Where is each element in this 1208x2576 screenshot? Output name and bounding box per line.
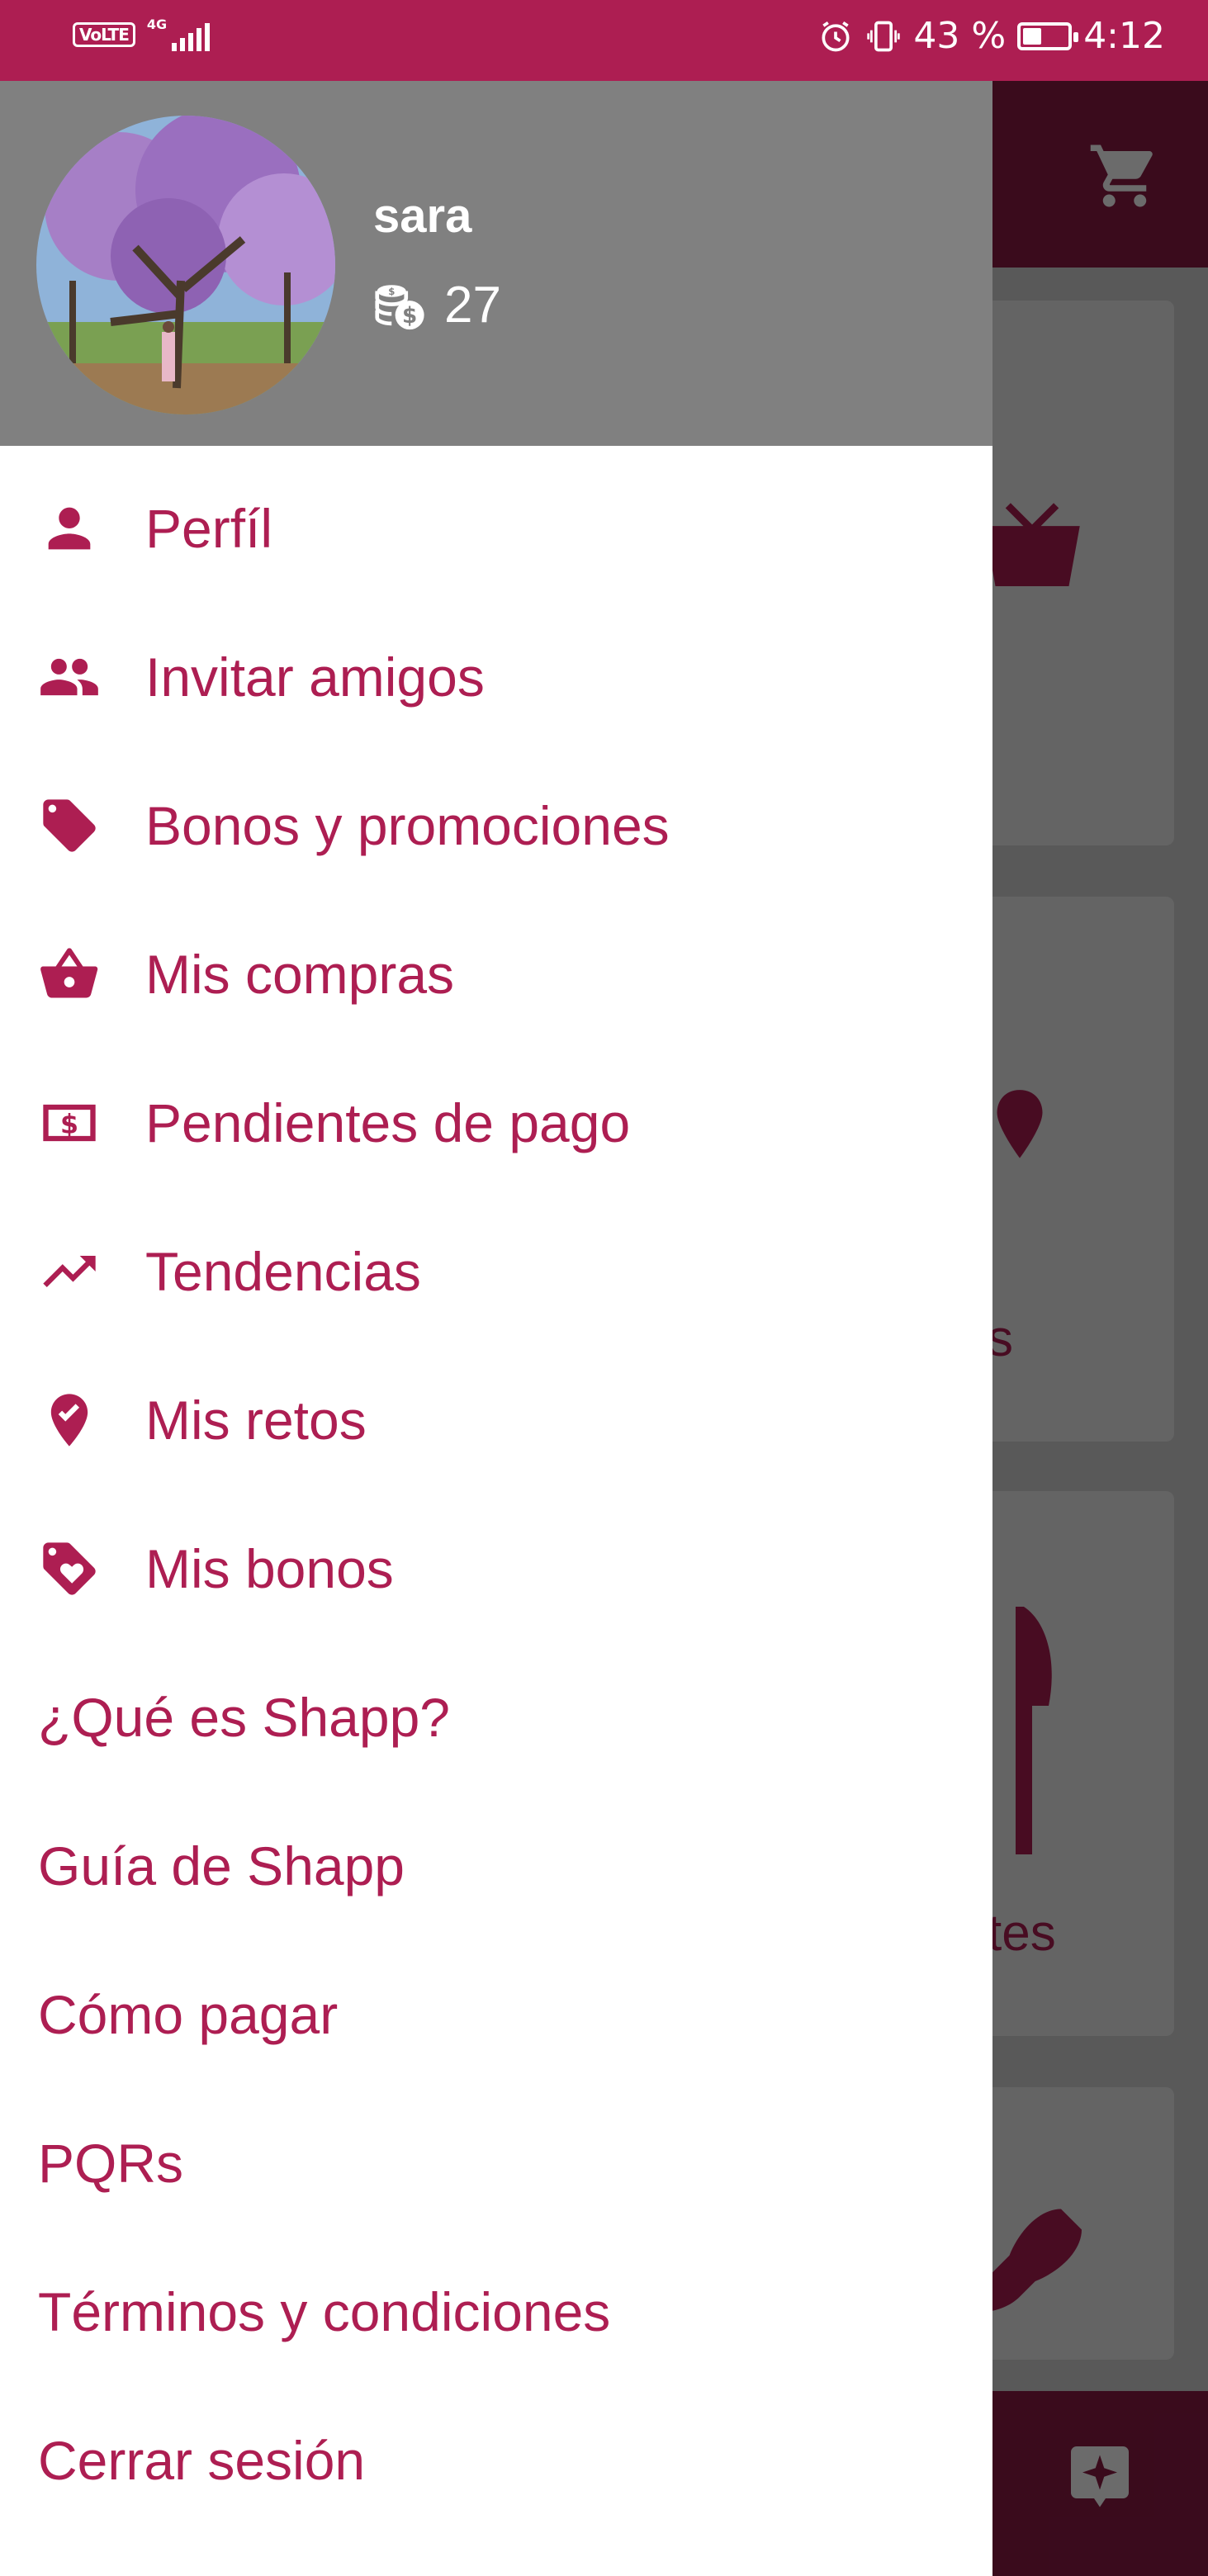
- navigation-drawer: sara $ $ 27 Perfíl Invitar amigos Bonos …: [0, 81, 992, 2576]
- person-icon: [48, 507, 91, 550]
- status-bar: VoLTE 4G 43 % 4:12: [0, 0, 1208, 81]
- menu-item-invitar-amigos[interactable]: Invitar amigos: [0, 603, 992, 751]
- menu-item-label: Términos y condiciones: [38, 2281, 611, 2342]
- battery-icon: [1017, 21, 1079, 50]
- svg-text:$: $: [60, 1110, 78, 1140]
- clock: 4:12: [1083, 15, 1165, 57]
- avatar[interactable]: [36, 116, 335, 414]
- menu-item-label: Invitar amigos: [145, 646, 485, 708]
- volte-indicator: VoLTE: [73, 22, 135, 47]
- coins-icon: $ $: [375, 284, 424, 329]
- menu-item-mis-compras[interactable]: Mis compras: [0, 900, 992, 1049]
- tag-heart-icon: [43, 1542, 96, 1595]
- menu-item-label: Mis compras: [145, 944, 455, 1005]
- menu-item-label: Tendencias: [145, 1241, 421, 1302]
- menu-item-que-es-shapp[interactable]: ¿Qué es Shapp?: [0, 1643, 992, 1792]
- menu-item-pqrs[interactable]: PQRs: [0, 2089, 992, 2237]
- battery-percent: 43 %: [913, 15, 1007, 57]
- menu-item-label: Cómo pagar: [38, 1984, 339, 2045]
- coins-balance: $ $ 27: [370, 276, 501, 334]
- drawer-header: sara $ $ 27: [0, 81, 992, 446]
- menu-item-cerrar-sesion[interactable]: Cerrar sesión: [0, 2386, 992, 2535]
- menu-item-terminos[interactable]: Términos y condiciones: [0, 2237, 992, 2386]
- menu-item-pendientes-pago[interactable]: $ Pendientes de pago: [0, 1049, 992, 1197]
- menu-item-mis-bonos[interactable]: Mis bonos: [0, 1494, 992, 1643]
- menu-item-como-pagar[interactable]: Cómo pagar: [0, 1940, 992, 2089]
- signal-icon: 4G: [147, 18, 211, 51]
- menu-item-guia-shapp[interactable]: Guía de Shapp: [0, 1792, 992, 1940]
- trending-up-icon: [43, 1256, 96, 1287]
- menu-item-label: Perfíl: [145, 498, 273, 559]
- menu-item-bonos-promociones[interactable]: Bonos y promociones: [0, 751, 992, 900]
- vibrate-icon: [867, 21, 901, 51]
- username: sara: [373, 189, 472, 243]
- menu-item-label: Cerrar sesión: [38, 2430, 366, 2491]
- menu-item-label: Mis bonos: [145, 1538, 394, 1599]
- menu-item-label: ¿Qué es Shapp?: [38, 1687, 450, 1748]
- menu-item-tendencias[interactable]: Tendencias: [0, 1197, 992, 1346]
- basket-icon: [40, 948, 98, 998]
- menu-item-label: Pendientes de pago: [145, 1092, 631, 1153]
- menu-item-mis-retos[interactable]: Mis retos: [0, 1346, 992, 1494]
- tag-icon: [43, 799, 96, 852]
- menu-item-label: Guía de Shapp: [38, 1835, 405, 1896]
- menu-item-perfil[interactable]: Perfíl: [0, 454, 992, 603]
- coins-value: 27: [444, 277, 501, 334]
- money-icon: $: [43, 1104, 96, 1142]
- menu-item-label: Bonos y promociones: [145, 795, 670, 856]
- menu-item-label: PQRs: [38, 2133, 184, 2194]
- menu-item-label: Mis retos: [145, 1390, 367, 1451]
- location-check-icon: [50, 1394, 88, 1447]
- alarm-icon: [822, 21, 850, 51]
- svg-text:$: $: [402, 304, 417, 329]
- svg-text:$: $: [388, 286, 395, 297]
- group-icon: [40, 658, 98, 696]
